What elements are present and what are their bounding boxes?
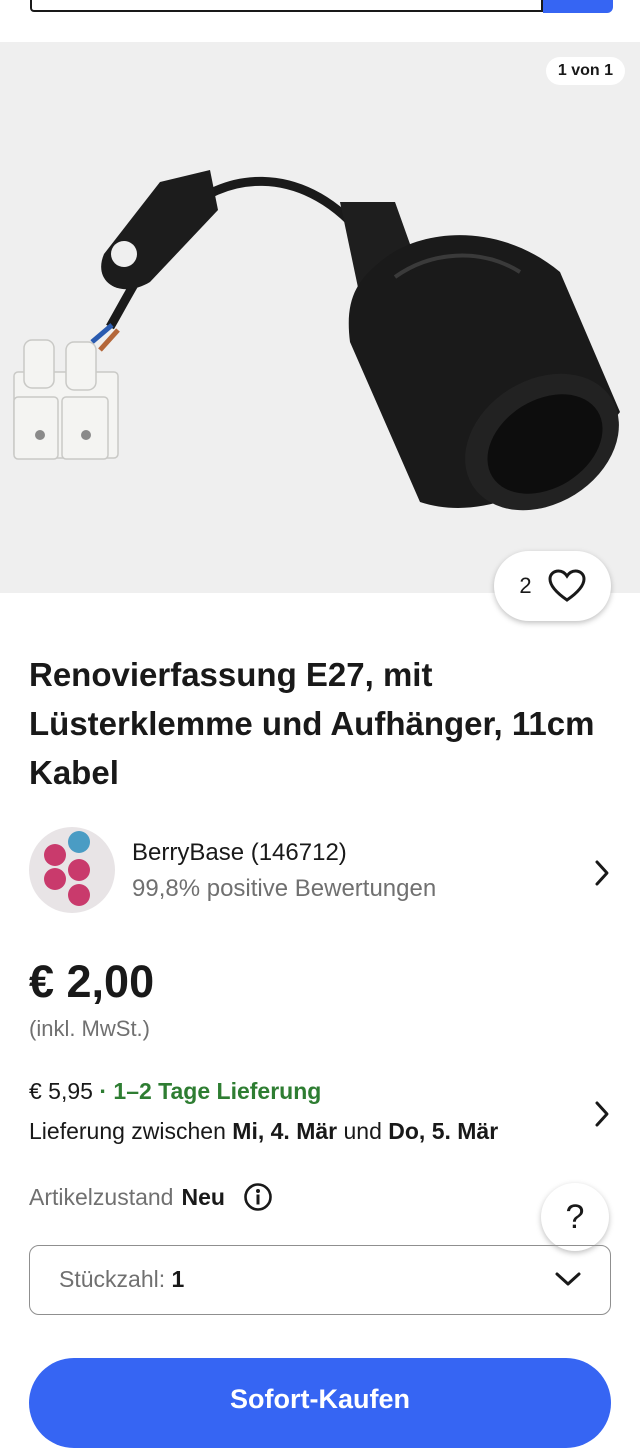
search-button[interactable]	[543, 0, 613, 13]
seller-name: BerryBase (146712)	[132, 839, 347, 866]
delivery-range-start: Mi, 4. Mär	[232, 1118, 338, 1144]
delivery-range-prefix: Lieferung zwischen	[29, 1118, 233, 1144]
seller-avatar	[29, 827, 115, 913]
help-button[interactable]: ?	[541, 1183, 609, 1251]
search-input[interactable]	[30, 0, 543, 12]
delivery-range: Lieferung zwischen Mi, 4. Mär und Do, 5.…	[29, 1118, 498, 1145]
item-condition: Artikelzustand Neu	[29, 1182, 273, 1212]
quantity-label: Stückzahl: 1	[59, 1266, 184, 1293]
condition-label: Artikelzustand	[29, 1183, 174, 1210]
product-image	[13, 170, 620, 511]
quantity-label-text: Stückzahl:	[59, 1266, 172, 1292]
info-icon[interactable]	[243, 1182, 273, 1212]
shipping-separator: ·	[92, 1078, 114, 1104]
seller-rating: 99,8% positive Bewertungen	[132, 875, 437, 902]
shipping-speed: 1–2 Tage Lieferung	[113, 1078, 322, 1104]
shipping-cost-line: € 5,95 · 1–2 Tage Lieferung	[29, 1078, 321, 1105]
berry-logo-icon	[44, 831, 90, 906]
seller-info[interactable]: BerryBase (146712) 99,8% positive Bewert…	[29, 827, 614, 915]
buy-now-button[interactable]: Sofort-Kaufen	[29, 1358, 611, 1448]
chevron-right-icon	[595, 860, 609, 886]
chevron-right-icon	[595, 1101, 609, 1127]
quantity-select[interactable]: Stückzahl: 1	[29, 1245, 611, 1315]
heart-icon	[548, 569, 586, 602]
watch-button[interactable]: 2	[494, 551, 611, 621]
delivery-range-mid: und	[337, 1118, 389, 1144]
chevron-down-icon	[555, 1272, 581, 1286]
price: € 2,00	[29, 956, 155, 1007]
shipping-info[interactable]: € 5,95 · 1–2 Tage Lieferung Lieferung zw…	[29, 1078, 614, 1150]
quantity-value: 1	[171, 1266, 185, 1292]
shipping-cost: € 5,95	[29, 1078, 93, 1104]
condition-value: Neu	[181, 1183, 225, 1210]
vat-note: (inkl. MwSt.)	[29, 1016, 150, 1041]
delivery-range-end: Do, 5. Mär	[388, 1118, 499, 1144]
image-gallery[interactable]: 1 von 1	[0, 42, 640, 593]
image-counter: 1 von 1	[545, 57, 625, 85]
product-title: Renovierfassung E27, mit Lüsterklemme un…	[29, 656, 595, 791]
watch-count: 2	[519, 573, 532, 598]
